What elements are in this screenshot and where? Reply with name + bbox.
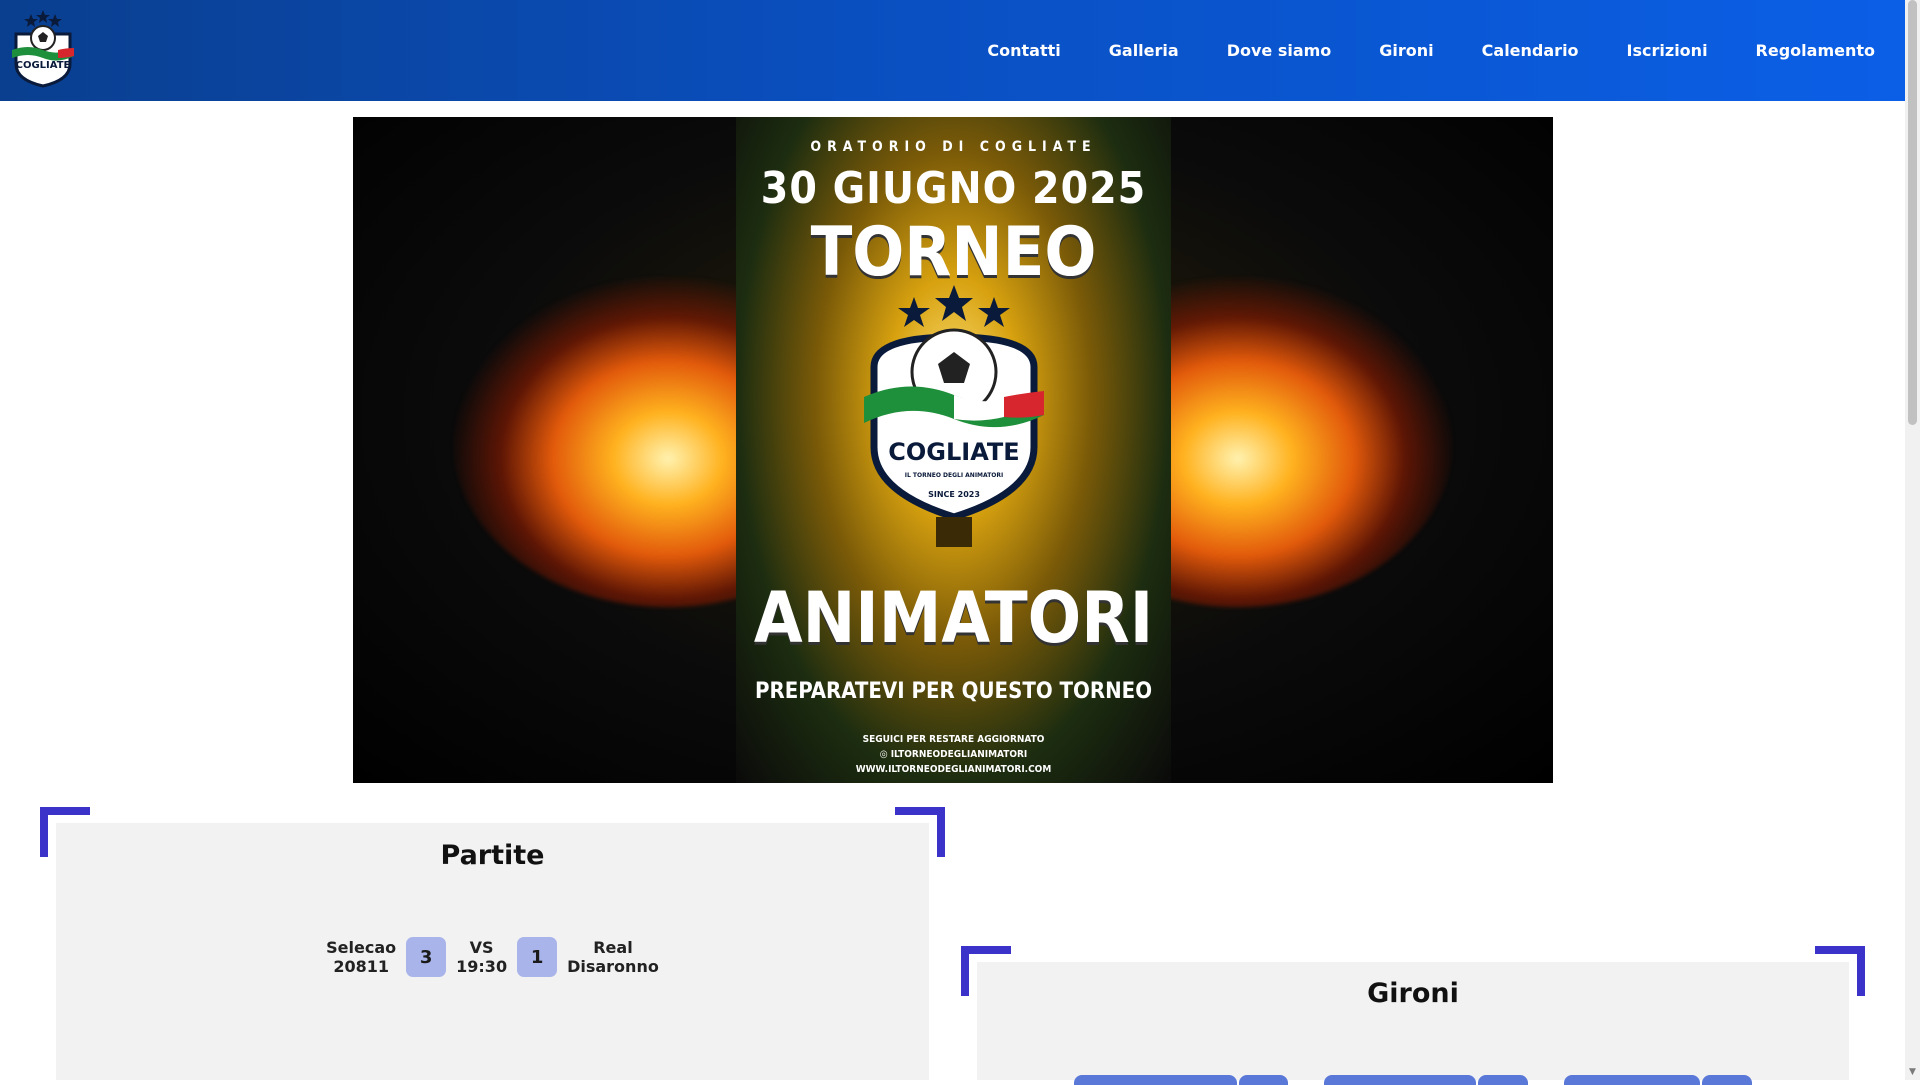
poster-instagram: ◎ ILTORNEODEGLIANIMATORI — [879, 749, 1028, 760]
logo-text: COGLIATE — [16, 60, 71, 71]
scroll-down-arrow-icon[interactable]: ▼ — [1905, 1065, 1920, 1080]
group-tab-1[interactable] — [1074, 1075, 1237, 1085]
nav-gironi[interactable]: Gironi — [1379, 41, 1433, 60]
partite-card: Partite Selecao 20811 3 VS 19:30 1 Real … — [56, 823, 929, 1080]
nav-calendario[interactable]: Calendario — [1482, 41, 1579, 60]
group-tab-1-badge[interactable] — [1239, 1075, 1288, 1085]
home-score: 3 — [406, 937, 447, 977]
vs-label: VS — [469, 938, 494, 957]
home-team-name: Selecao — [326, 938, 397, 957]
nav-dove-siamo[interactable]: Dove siamo — [1227, 41, 1332, 60]
page-scrollbar[interactable]: ▼ — [1905, 0, 1920, 1080]
away-team-name-1: Real — [593, 938, 633, 957]
tournament-poster: ORATORIO DI COGLIATE 30 GIUGNO 2025 TORN… — [736, 117, 1171, 783]
poster-website: WWW.ILTORNEODEGLIANIMATORI.COM — [855, 764, 1052, 775]
badge-since: SINCE 2023 — [928, 490, 980, 499]
group-tab-2-badge[interactable] — [1478, 1075, 1528, 1085]
home-team: Selecao 20811 — [326, 938, 396, 976]
scrollbar-thumb[interactable] — [1908, 0, 1917, 425]
match-row[interactable]: Selecao 20811 3 VS 19:30 1 Real Disaronn… — [56, 937, 929, 977]
poster-follow: SEGUICI PER RESTARE AGGIORNATO — [862, 734, 1045, 745]
group-tab-3[interactable] — [1564, 1075, 1700, 1085]
nav-regolamento[interactable]: Regolamento — [1756, 41, 1875, 60]
site-header: COGLIATE Contatti Galleria Dove siamo Gi… — [0, 0, 1905, 101]
partite-title: Partite — [440, 840, 545, 871]
away-score: 1 — [517, 937, 558, 977]
main-nav: Contatti Galleria Dove siamo Gironi Cale… — [939, 0, 1875, 101]
badge-name: COGLIATE — [888, 438, 1019, 466]
nav-contatti[interactable]: Contatti — [987, 41, 1060, 60]
nav-iscrizioni[interactable]: Iscrizioni — [1627, 41, 1708, 60]
poster-date: 30 GIUGNO 2025 — [760, 163, 1147, 214]
cogliate-logo[interactable]: COGLIATE — [8, 8, 78, 88]
match-time: 19:30 — [456, 957, 508, 976]
gironi-title: Gironi — [1367, 978, 1459, 1009]
nav-galleria[interactable]: Galleria — [1109, 41, 1179, 60]
match-vs: VS 19:30 — [456, 938, 507, 976]
trophy-badge: COGLIATE IL TORNEO DEGLI ANIMATORI SINCE… — [864, 285, 1044, 547]
home-team-code: 20811 — [333, 957, 389, 976]
poster-top-line: ORATORIO DI COGLIATE — [810, 139, 1097, 155]
poster-title-animatori: ANIMATORI — [753, 577, 1154, 659]
group-tab-3-badge[interactable] — [1702, 1075, 1752, 1085]
tournament-banner: ORATORIO DI COGLIATE 30 GIUGNO 2025 TORN… — [353, 117, 1553, 783]
group-tab-2[interactable] — [1324, 1075, 1476, 1085]
poster-tagline: PREPARATEVI PER QUESTO TORNEO — [754, 679, 1153, 704]
badge-sub: IL TORNEO DEGLI ANIMATORI — [905, 472, 1004, 479]
away-team: Real Disaronno — [567, 938, 659, 976]
away-team-name-2: Disaronno — [567, 957, 659, 976]
gironi-card: Gironi — [977, 962, 1849, 1080]
